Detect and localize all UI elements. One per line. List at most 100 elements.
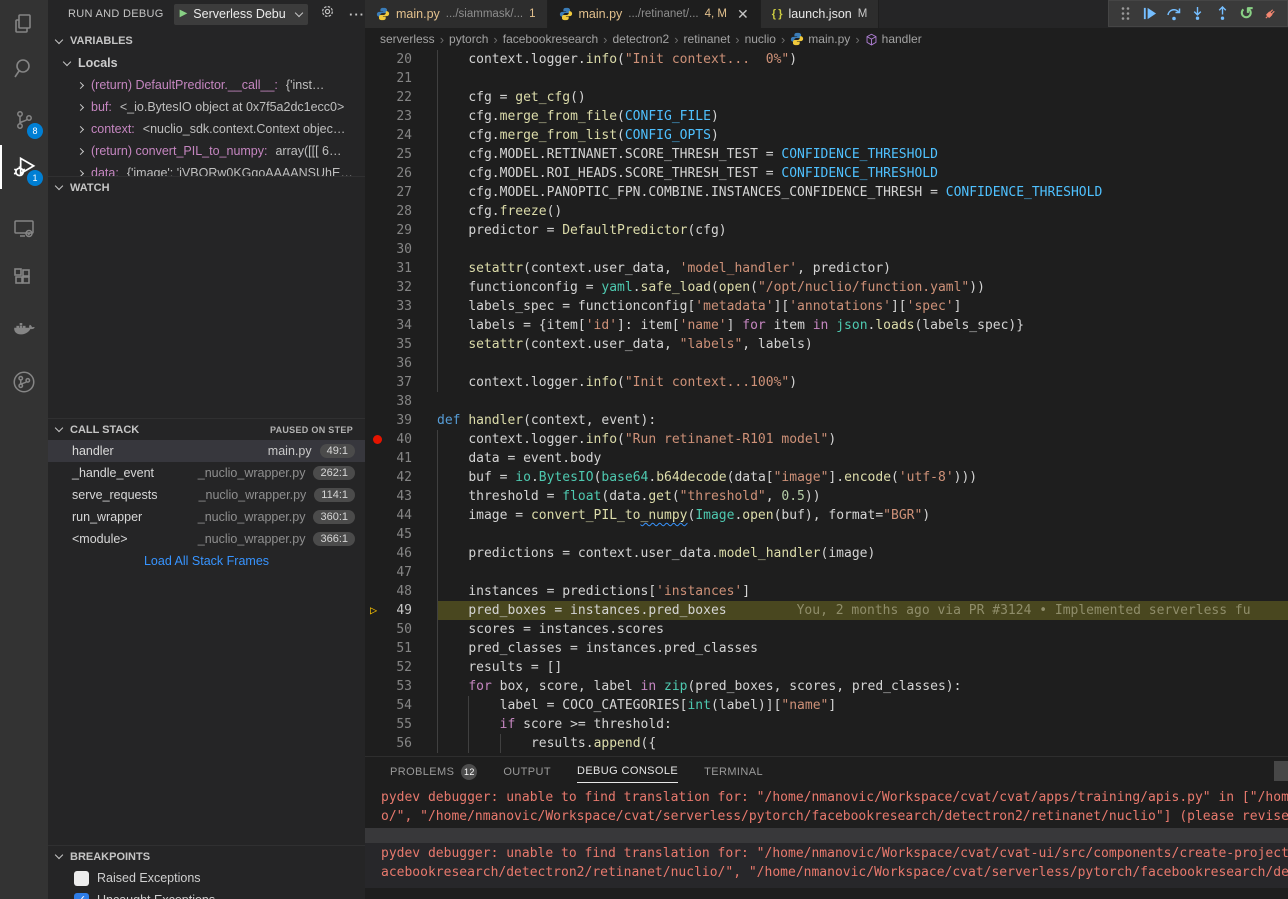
checkbox-checked[interactable]: ✓ bbox=[74, 893, 89, 899]
editor-gutter[interactable]: 44 bbox=[365, 506, 437, 525]
variable-row[interactable]: (return) convert_PIL_to_numpy:array([[[ … bbox=[48, 140, 365, 162]
editor-gutter[interactable]: 48 bbox=[365, 582, 437, 601]
panel-tab-problems[interactable]: PROBLEMS12 bbox=[390, 758, 477, 785]
code-line[interactable]: 38 bbox=[365, 392, 1288, 411]
breadcrumb-item[interactable]: handler bbox=[865, 32, 922, 46]
editor-gutter[interactable]: 20 bbox=[365, 50, 437, 69]
code-line[interactable]: 32functionconfig = yaml.safe_load(open("… bbox=[365, 278, 1288, 297]
editor-gutter[interactable]: 56 bbox=[365, 734, 437, 753]
code-line[interactable]: ▷49pred_boxes = instances.pred_boxesYou,… bbox=[365, 601, 1288, 620]
code-line[interactable]: 31setattr(context.user_data, 'model_hand… bbox=[365, 259, 1288, 278]
panel-tab-debug-console[interactable]: DEBUG CONSOLE bbox=[577, 759, 678, 783]
breakpoint-row[interactable]: Raised Exceptions bbox=[48, 867, 365, 889]
code-line[interactable]: 48instances = predictions['instances'] bbox=[365, 582, 1288, 601]
disconnect-icon[interactable] bbox=[1260, 3, 1282, 25]
editor-gutter[interactable]: 21 bbox=[365, 69, 437, 88]
editor-gutter[interactable]: 28 bbox=[365, 202, 437, 221]
code-line[interactable]: 29predictor = DefaultPredictor(cfg) bbox=[365, 221, 1288, 240]
launch-config-dropdown[interactable]: ▶ Serverless Debu bbox=[174, 4, 308, 25]
code-line[interactable]: 22cfg = get_cfg() bbox=[365, 88, 1288, 107]
start-debug-icon[interactable]: ▶ bbox=[180, 9, 188, 19]
breadcrumb-item[interactable]: detectron2 bbox=[612, 32, 669, 46]
code-line[interactable]: 45 bbox=[365, 525, 1288, 544]
step-out-icon[interactable] bbox=[1211, 3, 1233, 25]
code-line[interactable]: 28cfg.freeze() bbox=[365, 202, 1288, 221]
editor-gutter[interactable]: 53 bbox=[365, 677, 437, 696]
editor-gutter[interactable]: 51 bbox=[365, 639, 437, 658]
editor-gutter[interactable]: 33 bbox=[365, 297, 437, 316]
explorer-icon[interactable] bbox=[0, 2, 48, 46]
editor-gutter[interactable]: 40 bbox=[365, 430, 437, 449]
code-line[interactable]: 47 bbox=[365, 563, 1288, 582]
step-into-icon[interactable] bbox=[1187, 3, 1209, 25]
editor-gutter[interactable]: 46 bbox=[365, 544, 437, 563]
code-line[interactable]: 53for box, score, label in zip(pred_boxe… bbox=[365, 677, 1288, 696]
editor-gutter[interactable]: 52 bbox=[365, 658, 437, 677]
code-line[interactable]: 54label = COCO_CATEGORIES[int(label)]["n… bbox=[365, 696, 1288, 715]
editor-gutter[interactable]: 24 bbox=[365, 126, 437, 145]
editor-gutter[interactable]: ▷49 bbox=[365, 601, 437, 620]
code-line[interactable]: 41data = event.body bbox=[365, 449, 1288, 468]
code-line[interactable]: 27cfg.MODEL.PANOPTIC_FPN.COMBINE.INSTANC… bbox=[365, 183, 1288, 202]
code-line[interactable]: 25cfg.MODEL.RETINANET.SCORE_THRESH_TEST … bbox=[365, 145, 1288, 164]
call-stack-section-header[interactable]: CALL STACK PAUSED ON STEP bbox=[48, 418, 365, 440]
run-and-debug-icon[interactable]: 1 bbox=[0, 145, 48, 189]
code-line[interactable]: 35setattr(context.user_data, "labels", l… bbox=[365, 335, 1288, 354]
code-line[interactable]: 33labels_spec = functionconfig['metadata… bbox=[365, 297, 1288, 316]
code-line[interactable]: 34labels = {item['id']: item['name'] for… bbox=[365, 316, 1288, 335]
code-line[interactable]: 42buf = io.BytesIO(base64.b64decode(data… bbox=[365, 468, 1288, 487]
code-line[interactable]: 50scores = instances.scores bbox=[365, 620, 1288, 639]
variable-row[interactable]: data:{'image': 'iVBORw0KGgoAAAANSUhE… bbox=[48, 162, 365, 176]
code-line[interactable]: 26cfg.MODEL.ROI_HEADS.SCORE_THRESH_TEST … bbox=[365, 164, 1288, 183]
editor-gutter[interactable]: 30 bbox=[365, 240, 437, 259]
editor-gutter[interactable]: 22 bbox=[365, 88, 437, 107]
step-over-icon[interactable] bbox=[1163, 3, 1185, 25]
code-line[interactable]: 24cfg.merge_from_list(CONFIG_OPTS) bbox=[365, 126, 1288, 145]
load-all-stack-frames-link[interactable]: Load All Stack Frames bbox=[48, 550, 365, 572]
panel-tab-terminal[interactable]: TERMINAL bbox=[704, 760, 763, 783]
variables-section-header[interactable]: VARIABLES bbox=[48, 30, 365, 52]
debug-console-output[interactable]: pydev debugger: unable to find translati… bbox=[365, 785, 1288, 888]
editor-gutter[interactable]: 27 bbox=[365, 183, 437, 202]
code-line[interactable]: 39def handler(context, event): bbox=[365, 411, 1288, 430]
code-line[interactable]: 40context.logger.info("Run retinanet-R10… bbox=[365, 430, 1288, 449]
editor-gutter[interactable]: 34 bbox=[365, 316, 437, 335]
locals-scope[interactable]: Locals bbox=[48, 52, 365, 74]
panel-scrollbar[interactable] bbox=[1274, 761, 1288, 781]
variable-row[interactable]: context:<nuclio_sdk.context.Context obje… bbox=[48, 118, 365, 140]
stack-frame-row[interactable]: run_wrapper_nuclio_wrapper.py360:1 bbox=[48, 506, 365, 528]
code-editor[interactable]: 20context.logger.info("Init context... 0… bbox=[365, 50, 1288, 753]
editor-gutter[interactable]: 43 bbox=[365, 487, 437, 506]
code-line[interactable]: 44image = convert_PIL_to_numpy(Image.ope… bbox=[365, 506, 1288, 525]
editor-gutter[interactable]: 37 bbox=[365, 373, 437, 392]
breadcrumb-item[interactable]: pytorch bbox=[449, 32, 488, 46]
editor-gutter[interactable]: 39 bbox=[365, 411, 437, 430]
editor-gutter[interactable]: 41 bbox=[365, 449, 437, 468]
breakpoint-row[interactable]: ✓Uncaught Exceptions bbox=[48, 889, 365, 899]
breadcrumb-item[interactable]: nuclio bbox=[745, 32, 776, 46]
continue-icon[interactable] bbox=[1138, 3, 1160, 25]
checkbox-unchecked[interactable] bbox=[74, 871, 89, 886]
git-graph-icon[interactable] bbox=[0, 360, 48, 404]
breadcrumb-item[interactable]: main.py bbox=[790, 32, 850, 46]
code-line[interactable]: 46predictions = context.user_data.model_… bbox=[365, 544, 1288, 563]
variable-row[interactable]: buf:<_io.BytesIO object at 0x7f5a2dc1ecc… bbox=[48, 96, 365, 118]
stack-frame-row[interactable]: _handle_event_nuclio_wrapper.py262:1 bbox=[48, 462, 365, 484]
editor-gutter[interactable]: 32 bbox=[365, 278, 437, 297]
editor-gutter[interactable]: 25 bbox=[365, 145, 437, 164]
editor-gutter[interactable]: 35 bbox=[365, 335, 437, 354]
remote-explorer-icon[interactable] bbox=[0, 206, 48, 250]
stack-frame-row[interactable]: serve_requests_nuclio_wrapper.py114:1 bbox=[48, 484, 365, 506]
breadcrumb-item[interactable]: facebookresearch bbox=[503, 32, 598, 46]
breadcrumb-item[interactable]: retinanet bbox=[684, 32, 731, 46]
breakpoints-section-header[interactable]: BREAKPOINTS bbox=[48, 845, 365, 867]
editor-gutter[interactable]: 26 bbox=[365, 164, 437, 183]
variable-row[interactable]: (return) DefaultPredictor.__call__:{'ins… bbox=[48, 74, 365, 96]
editor-gutter[interactable]: 55 bbox=[365, 715, 437, 734]
code-line[interactable]: 20context.logger.info("Init context... 0… bbox=[365, 50, 1288, 69]
editor-gutter[interactable]: 36 bbox=[365, 354, 437, 373]
editor-gutter[interactable]: 38 bbox=[365, 392, 437, 411]
editor-gutter[interactable]: 31 bbox=[365, 259, 437, 278]
stack-frame-row[interactable]: handlermain.py49:1 bbox=[48, 440, 365, 462]
code-line[interactable]: 37context.logger.info("Init context...10… bbox=[365, 373, 1288, 392]
